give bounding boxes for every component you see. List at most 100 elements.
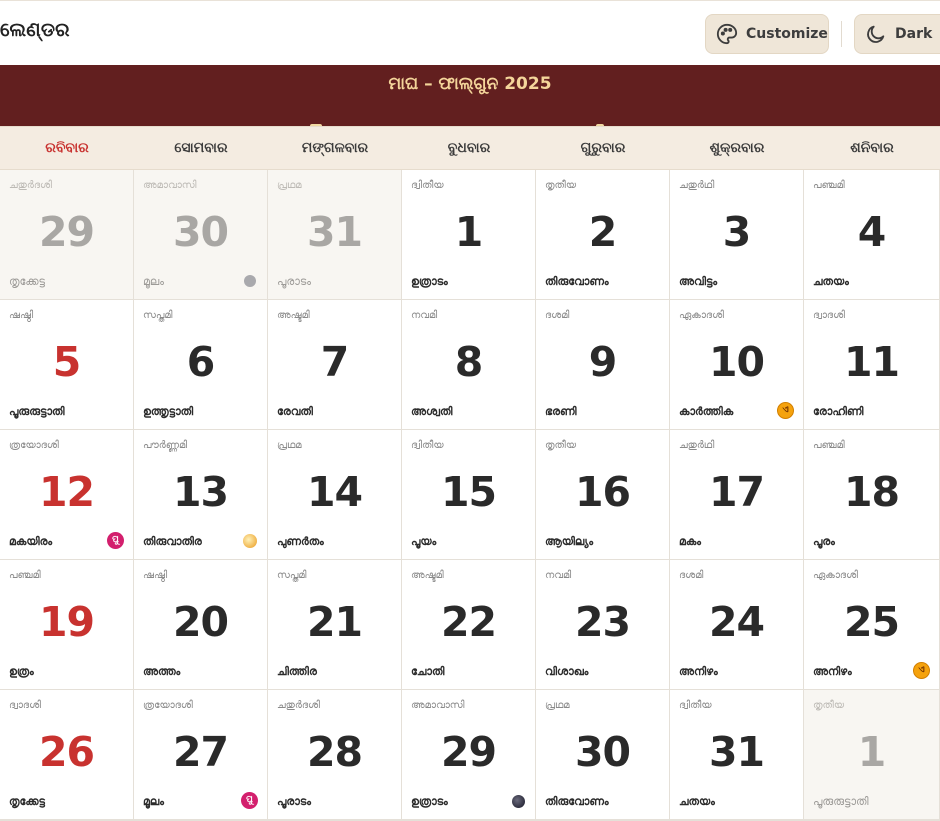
tithi-label: സപ്തമി [143,310,173,321]
nakshatra-label: പൂരം [813,535,835,548]
dark-mode-button[interactable]: Dark [854,14,940,54]
tithi-label: പ്രഥമ [277,440,302,451]
palette-icon [716,23,738,45]
nakshatra-label: പൂരാടം [277,795,311,808]
tithi-label: ദ്വിതീയ [411,440,444,451]
day-cell[interactable]: ദ്വാദശി 11 രോഹിണി [804,300,940,430]
tithi-label: തൃതീയ [813,700,845,711]
tithi-label: ഏകാദശി [813,570,858,581]
nakshatra-label: ഭരണി [545,405,577,418]
calendar-grid: ചതുർദശി 29 തൃക്കേട്ട അമാവാസി 30 മൂലം പ്രഥമ 31 പൂ… [0,170,940,820]
day-cell[interactable]: ഏകാദശി 10 കാർത്തിക ଏ [670,300,804,430]
day-number: 27 [172,728,229,776]
tithi-label: ദശമി [679,570,704,581]
day-cell[interactable]: അഷ്ടമി 7 രേവതി [268,300,402,430]
weekday-header: ରବିବାର ସୋମବାର ମଙ୍ଗଳବାର ବୁଧବାର ଗୁରୁବାର ଶୁକ୍ରବା… [0,126,940,170]
day-cell[interactable]: പ്രഥമ 31 പൂരാടം [268,170,402,300]
day-cell[interactable]: ദ്വിതീയ 31 ചതയം [670,690,804,820]
day-cell[interactable]: തൃതീയ 1 പൂരുരുട്ടാതി [804,690,940,820]
day-cell[interactable]: നവമി 23 വിശാഖം [536,560,670,690]
nakshatra-label: തിരുവോണം [545,275,609,288]
day-cell[interactable]: ചതുർദശി 28 പൂരാടം [268,690,402,820]
day-cell[interactable]: പഞ്ചമി 19 ഉത്രം [0,560,134,690]
nakshatra-label: തിരുവോണം [545,795,609,808]
day-cell[interactable]: ചതുർഥി 17 മകം [670,430,804,560]
day-number: 16 [574,468,631,516]
day-cell[interactable]: ത്രയോദശി 27 മൂലം ପୁ [134,690,268,820]
ekadashi-badge: ଏ [913,662,930,679]
tithi-label: ഷഷ്ഠി [9,310,34,321]
customize-button[interactable]: Customize [705,14,829,54]
day-cell[interactable]: ദ്വിതീയ 15 പൂയം [402,430,536,560]
day-cell[interactable]: പഞ്ചമി 18 പൂരം [804,430,940,560]
day-cell[interactable]: പഞ്ചമി 4 ചതയം [804,170,940,300]
tithi-label: ഏകാദശി [679,310,724,321]
ekadashi-badge: ଏ [777,402,794,419]
day-number: 11 [843,338,900,386]
day-number: 1 [454,208,484,256]
month-title: ମାଘ – ଫାଲ୍‌ଗୁନ 2025 [388,74,552,94]
nakshatra-label: ചതയം [813,275,849,288]
tithi-label: ദ്വാദശി [813,310,845,321]
tithi-label: ഷഷ്ഠി [143,570,168,581]
festival-badge: ପୁ [107,532,124,549]
nakshatra-label: മൂലം [143,795,164,808]
day-cell[interactable]: ദശമി 24 അനിഴം [670,560,804,690]
tithi-label: ദ്വിതീയ [411,180,444,191]
tithi-label: ചതുർഥി [679,440,715,451]
dark-label: Dark [895,26,933,42]
weekday-label: ବୁଧବାର [447,140,491,156]
day-cell[interactable]: അമാവാസി 30 മൂലം [134,170,268,300]
nakshatra-label: ഉത്രാടം [411,795,448,808]
nakshatra-label: ഉത്രം [9,665,34,678]
tithi-label: അഷ്ടമി [411,570,444,581]
weekday-label: ସୋମବାର [174,140,228,156]
nakshatra-label: ചതയം [679,795,715,808]
day-cell[interactable]: ദ്വിതീയ 1 ഉത്രാടം [402,170,536,300]
day-cell[interactable]: ഷഷ്ഠി 5 പൂരുരുട്ടാതി [0,300,134,430]
day-cell[interactable]: അമാവാസി 29 ഉത്രാടം [402,690,536,820]
day-cell[interactable]: ഏകാദശി 25 അനിഴം ଏ [804,560,940,690]
tithi-label: ത്രയോദശി [9,440,59,451]
tithi-label: തൃതീയ [545,180,577,191]
day-cell[interactable]: തൃതീയ 16 ആയില്യം [536,430,670,560]
weekday-label: ଶୁକ୍ରବାର [709,140,765,156]
day-cell[interactable]: സപ്തമി 21 ചിത്തിര [268,560,402,690]
tithi-label: പ്രഥമ [545,700,570,711]
day-cell[interactable]: നവമി 8 അശ്വതി [402,300,536,430]
tithi-label: പഞ്ചമി [813,440,845,451]
tithi-label: ദ്വാദശി [9,700,41,711]
nakshatra-label: ആയില്യം [545,535,594,548]
day-number: 13 [172,468,229,516]
day-number: 29 [38,208,95,256]
tithi-label: ത്രയോദശി [143,700,193,711]
day-cell[interactable]: ദ്വാദശി 26 തൃക്കേട്ട [0,690,134,820]
nakshatra-label: തൃക്കേട്ട [9,275,45,288]
day-cell[interactable]: പ്രഥമ 14 പുണർതം [268,430,402,560]
festival-badge: ପୁ [241,792,258,809]
weekday-label: ମଙ୍ଗଳବାର [301,140,369,156]
app-title: ଲେଣ୍ଡର [0,19,70,41]
grey-dot-icon [244,275,256,287]
day-number: 24 [708,598,765,646]
day-number: 3 [722,208,752,256]
day-cell[interactable]: ഷഷ്ഠി 20 അത്തം [134,560,268,690]
day-cell[interactable]: അഷ്ടമി 22 ചോതി [402,560,536,690]
day-cell[interactable]: പ്രഥമ 30 തിരുവോണം [536,690,670,820]
day-number: 22 [440,598,497,646]
day-cell[interactable]: തൃതീയ 2 തിരുവോണം [536,170,670,300]
tithi-label: പൗർണ്ണമി [143,440,188,451]
weekday-label: ରବିବାର [45,140,89,156]
day-cell[interactable]: ദശമി 9 ഭരണി [536,300,670,430]
nakshatra-label: അത്തം [143,665,181,678]
day-number: 20 [172,598,229,646]
day-number: 8 [454,338,484,386]
tithi-label: സപ്തമി [277,570,307,581]
nakshatra-label: തിരുവാതിര [143,535,202,548]
day-cell[interactable]: ചതുർദശി 29 തൃക്കേട്ട [0,170,134,300]
day-number: 31 [708,728,765,776]
day-cell[interactable]: സപ്തമി 6 ഉത്തൃട്ടാതി [134,300,268,430]
day-cell[interactable]: ചതുർഥി 3 അവിട്ടം [670,170,804,300]
day-cell[interactable]: പൗർണ്ണമി 13 തിരുവാതിര [134,430,268,560]
day-cell[interactable]: ത്രയോദശി 12 മകയിരം ପୁ [0,430,134,560]
